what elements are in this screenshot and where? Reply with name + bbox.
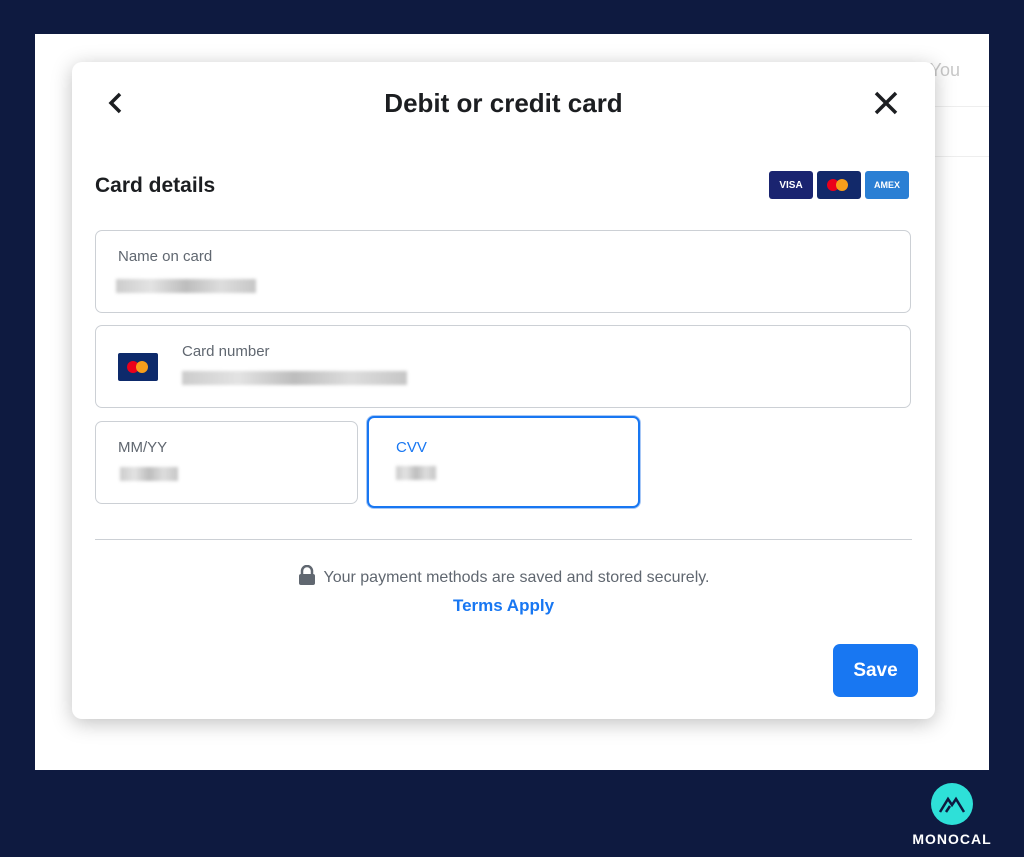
secure-text: Your payment methods are saved and store… (323, 569, 710, 586)
field-label: Card number (182, 343, 270, 360)
mountain-icon (938, 796, 966, 813)
lock-icon (298, 564, 315, 585)
expiry-input[interactable]: MM/YY (95, 421, 358, 504)
card-brands: VISA AMEX (769, 171, 909, 199)
visa-icon: VISA (769, 171, 813, 199)
field-label: MM/YY (118, 439, 168, 456)
close-icon (874, 91, 898, 115)
monocal-logo (931, 783, 973, 825)
card-number-input[interactable]: Card number (95, 325, 911, 408)
redacted-value (182, 371, 407, 385)
redacted-value (120, 467, 178, 481)
secure-note: Your payment methods are saved and store… (72, 564, 935, 587)
redacted-value (116, 279, 256, 293)
dialog-title: Debit or credit card (384, 88, 623, 118)
name-on-card-input[interactable]: Name on card (95, 230, 911, 313)
cvv-input[interactable]: CVV (367, 416, 640, 508)
redacted-value (396, 466, 436, 480)
mastercard-icon (118, 353, 158, 381)
divider (95, 539, 912, 540)
field-label: Name on card (118, 248, 213, 265)
section-title: Card details (95, 174, 216, 197)
save-button[interactable]: Save (833, 644, 918, 697)
terms-link[interactable]: Terms Apply (72, 596, 935, 616)
field-label: CVV (396, 439, 427, 456)
card-dialog: Debit or credit card Card details VISA A… (72, 62, 935, 719)
mastercard-icon (817, 171, 861, 199)
close-button[interactable] (873, 88, 899, 126)
brand-name: MONOCAL (912, 831, 992, 847)
amex-icon: AMEX (865, 171, 909, 199)
